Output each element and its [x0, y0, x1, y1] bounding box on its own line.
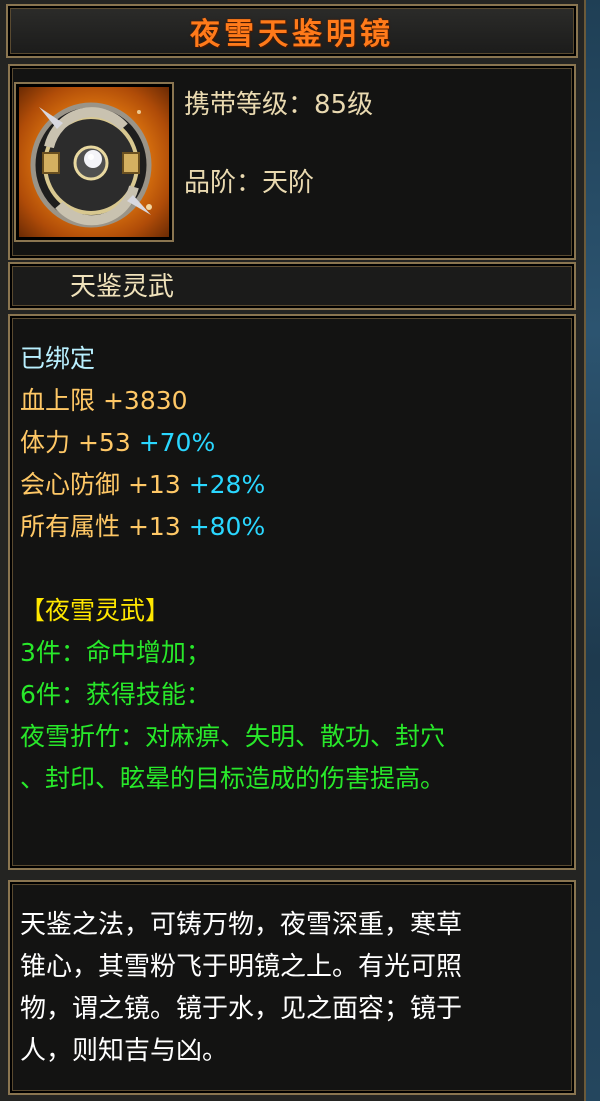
stat-percent: +70% [138, 428, 216, 457]
stat-value: +13 [127, 470, 181, 499]
item-name: 夜雪天鉴明镜 [190, 17, 394, 52]
stat-line: 会心防御 +13 +28% [20, 464, 445, 506]
item-category: 天鉴灵武 [70, 272, 175, 302]
title-bar: 夜雪天鉴明镜 [6, 4, 578, 58]
grade-label: 品阶： [184, 168, 263, 198]
stat-line: 所有属性 +13 +80% [20, 506, 445, 548]
stat-name: 所有属性 [20, 512, 121, 541]
set-name: 【夜雪灵武】 [20, 596, 171, 625]
stat-name: 体力 [20, 428, 71, 457]
carry-level-value: 85级 [314, 90, 374, 120]
stat-percent: +28% [188, 470, 266, 499]
item-grade: 品阶：天阶 [184, 162, 314, 199]
stat-line: 血上限 +3830 [20, 380, 445, 422]
grade-value: 天阶 [262, 168, 315, 198]
set-bonus-6: 6件：获得技能： [20, 680, 211, 709]
set-skill-line: 夜雪折竹：对麻痹、失明、散功、封穴 [20, 722, 446, 751]
carry-level-label: 携带等级： [184, 90, 315, 120]
stats-list: 已绑定 血上限 +3830 体力 +53 +70% 会心防御 +13 +28% … [20, 338, 445, 800]
description-line: 物，谓之镜。镜于水，见之面容；镜于 [20, 994, 463, 1024]
item-description: 天鉴之法，可铸万物，夜雪深重，寒草 锥心，其雪粉飞于明镜之上。有光可照 物，谓之… [20, 904, 568, 1072]
stat-percent: +80% [188, 512, 266, 541]
stat-value: +13 [127, 512, 181, 541]
set-bonus-3: 3件：命中增加； [20, 638, 211, 667]
description-line: 天鉴之法，可铸万物，夜雪深重，寒草 [20, 910, 463, 940]
stat-name: 血上限 [20, 386, 96, 415]
stat-value: +3830 [102, 386, 188, 415]
stat-value: +53 [77, 428, 131, 457]
set-skill-line: 、封印、眩晕的目标造成的伤害提高。 [20, 764, 446, 793]
background-edge [586, 0, 600, 1101]
mirror-shield-icon [19, 87, 169, 237]
stat-name: 会心防御 [20, 470, 121, 499]
bound-status: 已绑定 [20, 344, 96, 373]
item-icon-frame[interactable] [14, 82, 174, 242]
carry-level: 携带等级：85级 [184, 84, 373, 121]
stat-line: 体力 +53 +70% [20, 422, 445, 464]
description-line: 锥心，其雪粉飞于明镜之上。有光可照 [20, 952, 463, 982]
description-line: 人，则知吉与凶。 [20, 1036, 229, 1066]
